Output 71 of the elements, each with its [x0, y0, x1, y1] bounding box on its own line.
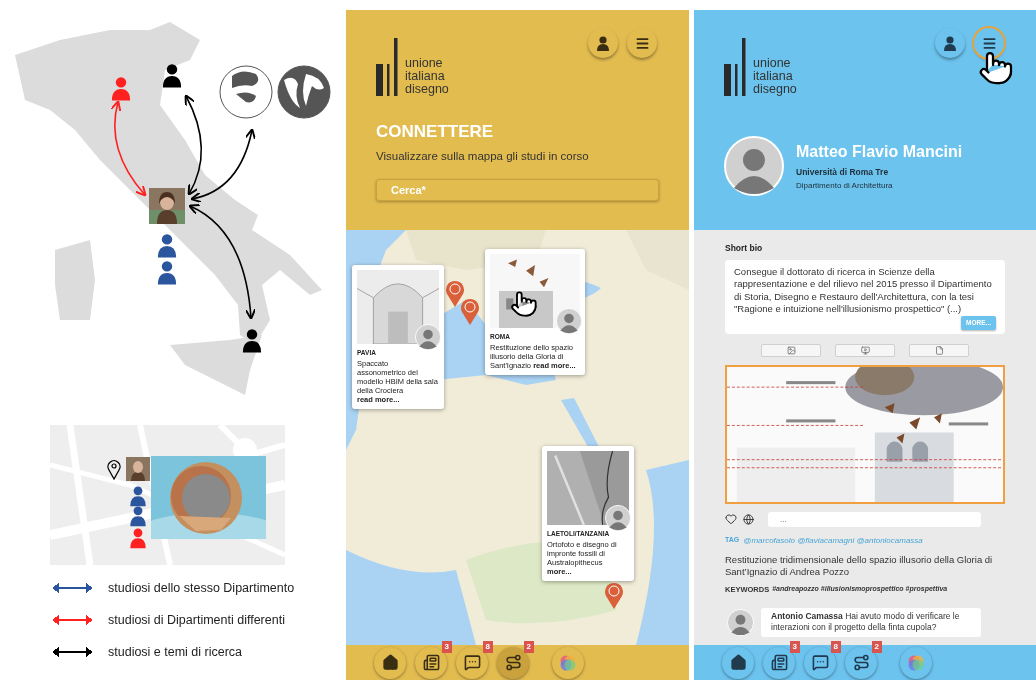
- video-icon: [860, 345, 870, 355]
- legend-label: studiosi dello stesso Dipartimento: [108, 580, 295, 597]
- notification-badge: 2: [523, 640, 534, 653]
- nav-button[interactable]: [456, 646, 488, 679]
- comment-field[interactable]: ...: [768, 511, 981, 527]
- color-circles-icon: [907, 653, 925, 672]
- logo-bars-icon: [724, 38, 748, 96]
- route-icon: [504, 654, 522, 671]
- menu-button[interactable]: [627, 28, 657, 58]
- screen-title: CONNETTERE: [376, 123, 495, 140]
- nav-button[interactable]: [374, 646, 406, 679]
- notification-badge: 3: [441, 640, 452, 653]
- route-icon: [852, 654, 870, 671]
- nav-button[interactable]: [845, 646, 877, 679]
- section-label: Short bio: [725, 242, 764, 255]
- newspaper-icon: [422, 654, 440, 671]
- home-icon: [729, 654, 747, 671]
- person-icon: [157, 234, 177, 258]
- avatar: [727, 608, 754, 636]
- globe-icon: [219, 65, 273, 119]
- home-icon: [381, 654, 399, 671]
- logo-text: unione italiana disegno: [405, 57, 449, 96]
- profile-university: Università di Roma Tre: [796, 166, 890, 179]
- profile-button[interactable]: [935, 28, 965, 58]
- nav-button[interactable]: [722, 646, 754, 679]
- map-marker-icon: [460, 298, 480, 326]
- color-circles-icon: [559, 653, 577, 672]
- legend-label: studiosi di Dipartimenti differenti: [108, 611, 285, 629]
- legend-label: studiosi e temi di ricerca: [108, 643, 243, 661]
- nav-button[interactable]: [804, 646, 836, 679]
- user-icon: [943, 35, 957, 51]
- avatar: [415, 324, 441, 350]
- logo-text: unione italiana disegno: [753, 57, 797, 96]
- image-icon: [786, 345, 796, 355]
- nav-button[interactable]: [497, 646, 529, 679]
- map-marker-icon: [604, 582, 624, 610]
- nav-button[interactable]: [415, 646, 447, 679]
- avatar: [724, 136, 784, 196]
- hand-pointer-icon: [978, 50, 1014, 86]
- chat-icon: [463, 654, 481, 671]
- notification-badge: 3: [789, 640, 800, 653]
- nav-button[interactable]: [763, 646, 795, 679]
- notification-badge: 2: [871, 640, 882, 653]
- comment-text: Antonio Camassa Hai avuto modo di verificare le interazioni con il progetto della finta cupola?: [771, 610, 961, 634]
- document-icon: [934, 345, 944, 355]
- globe-icon[interactable]: [743, 513, 754, 525]
- screen-subtitle: Visualizzare sulla mappa gli studi in corso: [376, 149, 590, 164]
- profile-button[interactable]: [588, 28, 618, 58]
- avatar: [556, 308, 582, 334]
- search-field[interactable]: Cerca*: [376, 179, 659, 202]
- logo-bars-icon: [376, 38, 400, 96]
- notification-badge: 8: [482, 640, 493, 653]
- avatar: [605, 505, 631, 531]
- post-description: Restituzione tridimensionale dello spazio illusorio della Gloria di Sant’Ignazio di Andrea Pozzo: [725, 553, 994, 578]
- chat-icon: [811, 654, 829, 671]
- person-icon: [157, 261, 177, 285]
- notification-badge: 8: [830, 640, 841, 653]
- like-icon[interactable]: [725, 513, 737, 525]
- user-icon: [596, 35, 610, 51]
- menu-icon: [981, 35, 997, 51]
- globe-icon: [277, 65, 331, 119]
- profile-department: Dipartimento di Architettura: [796, 179, 894, 192]
- map-marker-icon: [445, 280, 465, 308]
- person-icon: [111, 77, 131, 101]
- profile-name: Matteo Flavio Mancini: [796, 142, 963, 163]
- person-icon: [242, 329, 262, 353]
- person-icon: [162, 64, 182, 88]
- newspaper-icon: [770, 654, 788, 671]
- hand-pointer-icon: [510, 290, 538, 318]
- menu-icon: [634, 35, 650, 51]
- bio-text: Consegue il dottorato di ricerca in Scienze della rappresentazione e del rilievo nel 2015 presso il Dipartimento di Storia, Disegno e Restauro dell'Architettura, con la tesi "Ragione e intuizione nell'illusionismo prospettico" (...): [734, 265, 993, 316]
